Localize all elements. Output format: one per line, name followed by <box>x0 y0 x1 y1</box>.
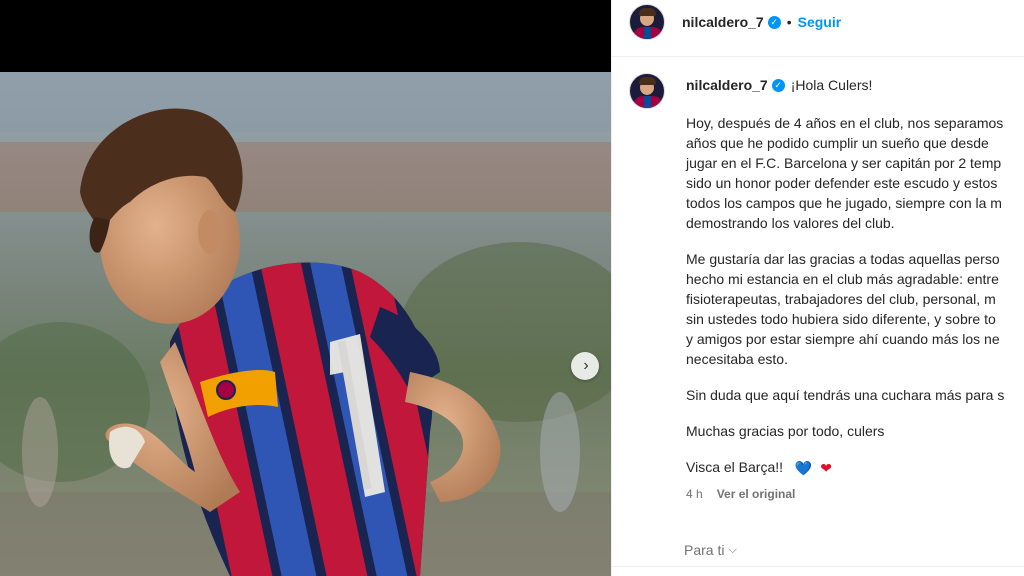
caption-line-with-hearts: Visca el Barça!! 💙 ❤ <box>686 457 1024 478</box>
blue-heart-icon: 💙 <box>794 460 813 477</box>
username-link[interactable]: nilcaldero_7 <box>682 14 764 30</box>
for-you-dropdown[interactable]: Para ti ⌵ <box>684 542 737 558</box>
caption-username-link[interactable]: nilcaldero_7 <box>686 75 768 95</box>
see-original-link[interactable]: Ver el original <box>717 484 796 504</box>
caption-line: Me gustaría dar las gracias a todas aque… <box>686 251 1000 267</box>
caption-line: hecho mi estancia en el club más agradab… <box>686 271 999 287</box>
caption-line: fisioterapeutas, trabajadores del club, … <box>686 291 996 307</box>
verified-badge-icon: ✓ <box>767 15 781 29</box>
caption-meta: 4 h Ver el original <box>686 484 1024 504</box>
caption-avatar[interactable] <box>629 73 665 109</box>
post-photo[interactable] <box>0 72 611 576</box>
caption-line: sido un honor poder defender este escudo… <box>686 175 998 191</box>
follow-button[interactable]: Seguir <box>798 14 842 30</box>
caption-paragraph-1: Hoy, después de 4 años en el club, nos s… <box>686 113 1024 233</box>
media-panel: › <box>0 0 611 576</box>
caption-line: demostrando los valores del club. <box>686 215 895 231</box>
side-panel: nilcaldero_7 ✓ • Seguir nilcaldero_7 ✓ ¡… <box>611 0 1024 576</box>
timestamp: 4 h <box>686 487 703 502</box>
chevron-right-icon: › <box>583 357 589 374</box>
caption-line: y amigos por estar siempre ahí cuando má… <box>686 331 1000 347</box>
avatar[interactable] <box>629 4 665 40</box>
caption-line: Muchas gracias por todo, culers <box>686 423 885 439</box>
post-header: nilcaldero_7 ✓ • Seguir <box>629 4 841 40</box>
caption-line: jugar en el F.C. Barcelona y ser capitán… <box>686 155 1002 171</box>
caption-line: años que he podido cumplir un sueño que … <box>686 135 989 151</box>
next-photo-button[interactable]: › <box>571 352 599 380</box>
caption-paragraph-3: Sin duda que aquí tendrás una cuchara má… <box>686 385 1024 405</box>
red-heart-icon: ❤ <box>820 460 832 477</box>
caption-first-line: nilcaldero_7 ✓ ¡Hola Culers! <box>686 73 1024 97</box>
caption-line: todos los campos que he jugado, siempre … <box>686 195 1002 211</box>
divider <box>612 566 1024 567</box>
divider <box>612 56 1024 57</box>
caption-line: sin ustedes todo hubiera sido diferente,… <box>686 311 996 327</box>
caption-line: Sin duda que aquí tendrás una cuchara má… <box>686 387 1005 403</box>
caption-paragraph-5: Visca el Barça!! 💙 ❤ <box>686 457 1024 478</box>
caption-line: Hoy, después de 4 años en el club, nos s… <box>686 115 1004 131</box>
caption-body: nilcaldero_7 ✓ ¡Hola Culers! Hoy, despué… <box>686 73 1024 504</box>
chevron-down-icon: ⌵ <box>728 543 737 556</box>
caption-greeting: ¡Hola Culers! <box>790 77 873 93</box>
caption-paragraph-4: Muchas gracias por todo, culers <box>686 421 1024 441</box>
verified-badge-icon: ✓ <box>771 78 785 92</box>
for-you-label: Para ti <box>684 542 725 558</box>
caption-closing: Visca el Barça!! <box>686 459 784 475</box>
caption-line: necesitaba esto. <box>686 351 788 367</box>
caption-paragraph-2: Me gustaría dar las gracias a todas aque… <box>686 249 1024 369</box>
separator-dot: • <box>786 14 792 30</box>
